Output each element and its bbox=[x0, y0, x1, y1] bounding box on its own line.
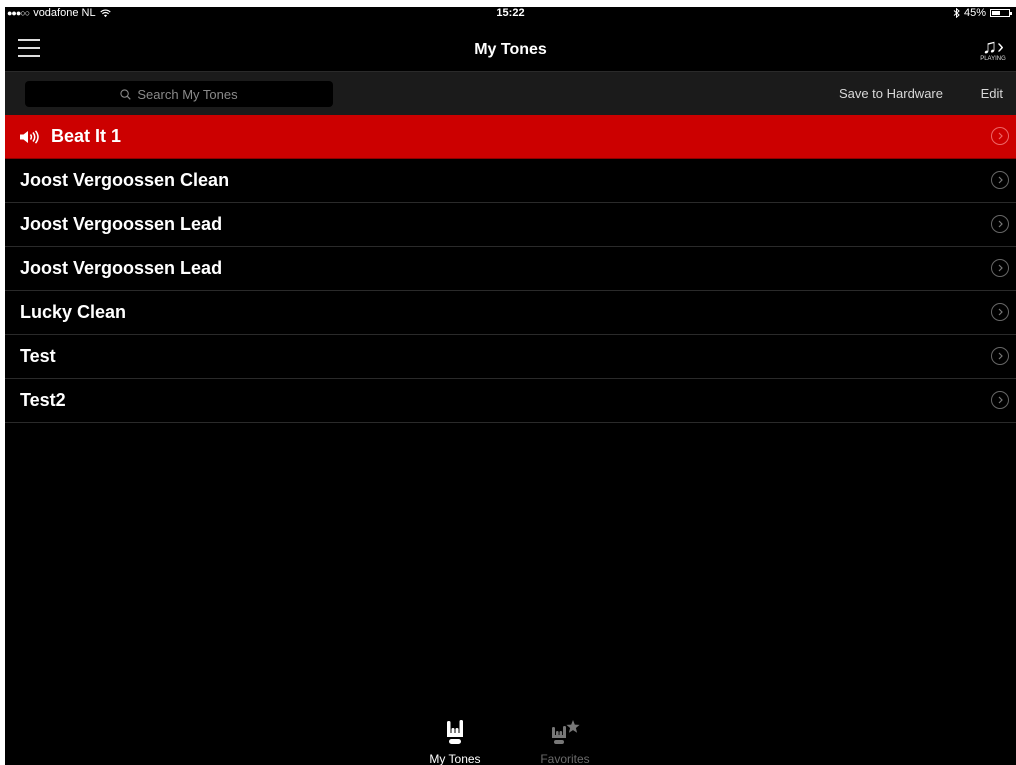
tone-row[interactable]: Joost Vergoossen Clean bbox=[5, 159, 1016, 203]
tone-label: Joost Vergoossen Lead bbox=[20, 214, 223, 234]
search-input[interactable]: Search My Tones bbox=[25, 81, 333, 107]
now-playing-caption: PLAYING bbox=[980, 56, 1006, 62]
speaker-icon bbox=[20, 129, 41, 144]
toolbar: Search My Tones Save to Hardware Edit bbox=[5, 71, 1016, 116]
music-note-icon: ♫› bbox=[982, 36, 1004, 58]
tone-label: Beat It 1 bbox=[51, 126, 122, 146]
status-bar: ●●●○○ vodafone NL 15:22 45% bbox=[5, 7, 1016, 21]
tone-row[interactable]: Joost Vergoossen Lead bbox=[5, 203, 1016, 247]
edit-button[interactable]: Edit bbox=[981, 86, 1003, 101]
status-time: 15:22 bbox=[496, 7, 525, 19]
app-screen: ●●●○○ vodafone NL 15:22 45% My Tones ♫› … bbox=[5, 7, 1016, 765]
tone-label: Joost Vergoossen Clean bbox=[20, 170, 230, 190]
bluetooth-icon bbox=[953, 8, 960, 18]
tab-favorites[interactable]: Favorites bbox=[520, 719, 610, 765]
save-to-hardware-button[interactable]: Save to Hardware bbox=[839, 86, 943, 101]
tone-row[interactable]: Test2 bbox=[5, 379, 1016, 423]
now-playing-button[interactable]: ♫› PLAYING bbox=[978, 37, 1008, 62]
tone-label: Lucky Clean bbox=[20, 302, 127, 322]
device-frame: ●●●○○ vodafone NL 15:22 45% My Tones ♫› … bbox=[0, 0, 1016, 765]
battery-percent: 45% bbox=[963, 7, 986, 19]
status-right: 45% bbox=[953, 7, 1012, 19]
page-title: My Tones bbox=[474, 41, 547, 58]
tone-row[interactable]: Joost Vergoossen Lead bbox=[5, 247, 1016, 291]
tone-row[interactable]: Lucky Clean bbox=[5, 291, 1016, 335]
search-placeholder: Search My Tones bbox=[137, 86, 238, 102]
chevron-right-icon[interactable] bbox=[991, 215, 1009, 233]
chevron-right-icon[interactable] bbox=[991, 259, 1009, 277]
tone-label: Test bbox=[20, 346, 56, 366]
rock-hand-icon bbox=[447, 720, 463, 744]
chevron-right-icon[interactable] bbox=[991, 171, 1009, 189]
tab-my-tones[interactable]: My Tones bbox=[410, 719, 500, 765]
navigation-bar: My Tones ♫› PLAYING bbox=[5, 21, 1016, 71]
search-icon bbox=[120, 88, 132, 100]
tone-row[interactable]: Beat It 1 bbox=[5, 115, 1016, 159]
tone-label: Joost Vergoossen Lead bbox=[20, 258, 223, 278]
chevron-right-icon[interactable] bbox=[991, 391, 1009, 409]
battery-icon bbox=[990, 9, 1012, 17]
favorites-star-icon bbox=[552, 720, 580, 744]
tab-label: Favorites bbox=[540, 752, 590, 765]
chevron-right-icon[interactable] bbox=[991, 303, 1009, 321]
tab-label: My Tones bbox=[429, 752, 481, 765]
tone-list: Beat It 1 Joost Vergoossen Clean Joost V… bbox=[5, 115, 1016, 423]
tab-bar: My Tones Favorites bbox=[5, 713, 1016, 765]
tone-row[interactable]: Test bbox=[5, 335, 1016, 379]
chevron-right-icon[interactable] bbox=[991, 127, 1009, 145]
chevron-right-icon[interactable] bbox=[991, 347, 1009, 365]
tone-label: Test2 bbox=[20, 390, 66, 410]
